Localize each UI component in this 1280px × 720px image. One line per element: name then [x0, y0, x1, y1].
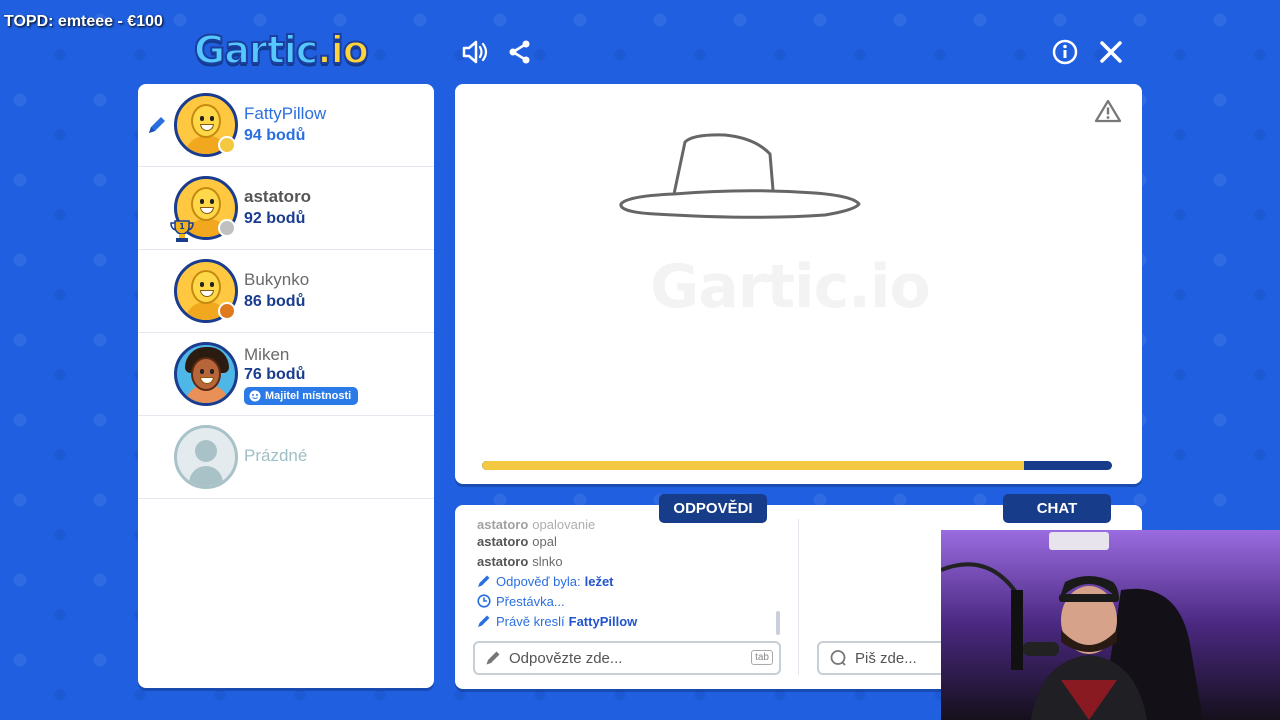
tab-chat[interactable]: CHAT	[1003, 494, 1111, 523]
player-row-empty: Prázdné	[138, 416, 434, 499]
player-score: 76 bodů	[244, 366, 306, 383]
player-row[interactable]: 1 astatoro 92 bodů	[138, 167, 434, 250]
status-dot	[218, 136, 236, 154]
answers-list: astatoro opalovanie astatoro opal astatoro…	[477, 517, 777, 635]
gartic-logo: Gartic.io	[193, 27, 370, 73]
avatar	[174, 425, 238, 489]
webcam-overlay	[941, 530, 1280, 720]
player-row[interactable]: Miken 76 bodů Majitel místnosti	[138, 333, 434, 416]
player-name: FattyPillow	[244, 104, 327, 123]
list-item: astatoro opal	[477, 533, 557, 549]
room-owner-badge: Majitel místnosti	[244, 387, 359, 405]
list-item: astatoro slnko	[477, 553, 563, 569]
sound-icon[interactable]	[459, 36, 491, 68]
smiley-icon	[249, 390, 261, 402]
panel-divider	[798, 519, 799, 675]
status-dot	[218, 302, 236, 320]
pencil-icon	[486, 651, 500, 665]
player-name: Bukynko	[244, 270, 310, 289]
tab-answers[interactable]: ODPOVĚDI	[659, 494, 767, 523]
list-item: Přestávka...	[477, 591, 777, 611]
player-name: astatoro	[244, 187, 312, 206]
clock-icon	[477, 594, 491, 608]
pencil-icon	[478, 615, 490, 627]
player-row[interactable]: FattyPillow 94 bodů	[138, 84, 434, 167]
pencil-icon	[149, 117, 165, 133]
tab-key-hint: tab	[751, 650, 773, 665]
player-score: 94 bodů	[244, 127, 306, 144]
round-timer-fill	[482, 461, 1024, 470]
streamer-video	[941, 530, 1280, 720]
answer-input[interactable]: Odpovězte zde... tab	[473, 641, 781, 675]
trophy-icon: 1	[170, 220, 194, 242]
round-timer-bar	[482, 461, 1112, 470]
report-warning-icon[interactable]	[1094, 98, 1122, 124]
avatar	[174, 342, 238, 406]
list-item: Odpověď byla: ležet	[477, 571, 777, 591]
chat-bubble-icon	[830, 650, 846, 666]
player-name: Miken	[244, 345, 290, 364]
player-score: 92 bodů	[244, 210, 306, 227]
close-icon[interactable]	[1095, 36, 1127, 68]
drawing-canvas[interactable]: Gartic.io	[455, 84, 1142, 484]
info-icon[interactable]	[1049, 36, 1081, 68]
player-score: 86 bodů	[244, 293, 306, 310]
hat-drawing	[619, 133, 861, 219]
share-icon[interactable]	[504, 36, 536, 68]
answers-scrollbar[interactable]	[776, 611, 780, 635]
player-row[interactable]: Bukynko 86 bodů	[138, 250, 434, 333]
player-list: FattyPillow 94 bodů 1 astatoro 92 bodů B…	[138, 84, 434, 688]
list-item: Právě kreslí FattyPillow	[477, 611, 777, 631]
svg-text:1: 1	[179, 222, 185, 231]
stream-overlay-text: TOPD: emteee - €100	[4, 13, 163, 30]
status-dot	[218, 219, 236, 237]
player-name: Prázdné	[244, 446, 308, 465]
pencil-icon	[478, 575, 490, 587]
